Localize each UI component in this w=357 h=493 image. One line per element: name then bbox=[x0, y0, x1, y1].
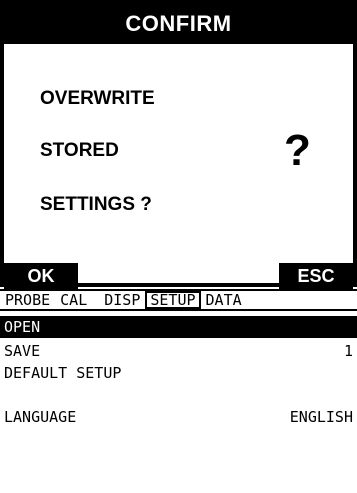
dialog-title: CONFIRM bbox=[4, 4, 353, 44]
ok-button[interactable]: OK bbox=[4, 263, 78, 289]
menu-item-save[interactable]: SAVE 1 bbox=[0, 340, 357, 362]
menu-item-open[interactable]: OPEN bbox=[0, 316, 357, 338]
tab-cal[interactable]: CAL bbox=[55, 291, 92, 309]
menu-item-label: DEFAULT SETUP bbox=[4, 364, 122, 382]
menu-item-default-setup[interactable]: DEFAULT SETUP bbox=[0, 362, 357, 384]
menu-item-label: LANGUAGE bbox=[4, 408, 77, 426]
question-mark-icon: ? bbox=[284, 126, 311, 175]
menu-item-blank bbox=[0, 384, 357, 406]
message-line-3: SETTINGS ? bbox=[40, 194, 152, 215]
menu-item-value: 1 bbox=[343, 342, 353, 360]
menu-item-value: ENGLISH bbox=[289, 408, 353, 426]
tab-setup[interactable]: SETUP bbox=[145, 291, 201, 309]
tab-data[interactable]: DATA bbox=[201, 291, 247, 309]
menu-item-label: OPEN bbox=[4, 318, 41, 336]
tab-disp[interactable]: DISP bbox=[92, 291, 145, 309]
message-line-2: STORED bbox=[40, 140, 119, 161]
confirm-dialog: CONFIRM OVERWRITE STORED SETTINGS ? ? bbox=[0, 0, 357, 287]
menu-item-language[interactable]: LANGUAGE ENGLISH bbox=[0, 406, 357, 428]
menu-item-label: SAVE bbox=[4, 342, 41, 360]
message-line-1: OVERWRITE bbox=[40, 88, 155, 109]
menu-tab-bar: PROBE CAL DISP SETUP DATA bbox=[0, 289, 357, 311]
esc-button[interactable]: ESC bbox=[279, 263, 353, 289]
tab-probe[interactable]: PROBE bbox=[0, 291, 55, 309]
